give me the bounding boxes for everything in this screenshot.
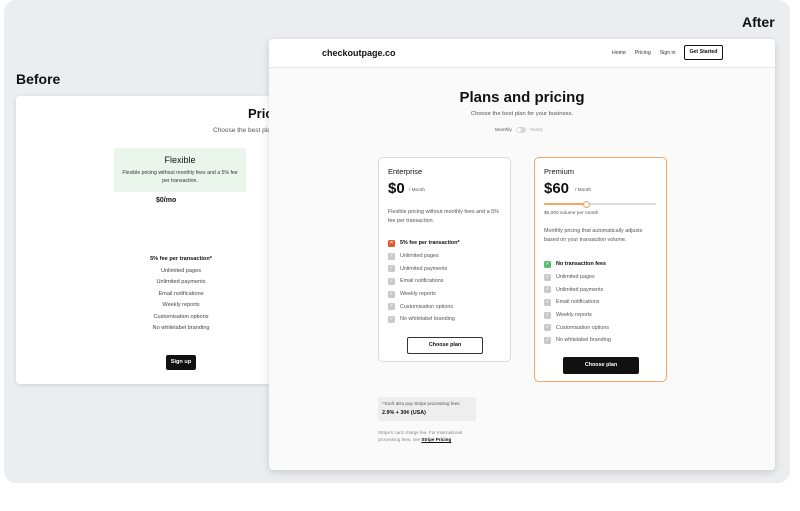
- plan-price-unit: / Month: [575, 188, 591, 193]
- check-icon: ✓: [388, 277, 395, 285]
- nav-link-pricing[interactable]: Pricing: [635, 50, 651, 56]
- feature-item: ✓ No whitelabel branding: [544, 334, 611, 347]
- volume-slider-thumb[interactable]: [583, 200, 591, 208]
- feature-label: Email notifications: [400, 278, 444, 285]
- before-feature-item: Customisation options: [153, 313, 209, 320]
- feature-label: No whitelabel branding: [400, 316, 455, 323]
- choose-premium-button[interactable]: Choose plan: [563, 357, 639, 374]
- before-label: Before: [16, 71, 61, 87]
- billing-yearly-label[interactable]: Yearly: [530, 128, 543, 133]
- plan-description: Flexible pricing without monthly fees an…: [388, 209, 499, 224]
- check-icon: ✓: [544, 324, 551, 332]
- feature-item: ✓ Customisation options: [388, 300, 460, 313]
- feature-label: Weekly reports: [556, 312, 592, 319]
- feature-item: ✓ Email notifications: [388, 275, 460, 288]
- volume-slider-fill: [544, 203, 587, 205]
- check-icon: ✓: [544, 311, 551, 319]
- signup-button[interactable]: Sign up: [166, 355, 196, 370]
- feature-item: ✓ Unlimited pages: [544, 271, 611, 284]
- check-icon: ✓: [544, 273, 551, 281]
- hand-cursor-icon: ☝: [617, 365, 623, 375]
- feature-item: ✓ Email notifications: [544, 296, 611, 309]
- feature-label: Unlimited payments: [400, 265, 448, 272]
- plan-card-enterprise: Enterprise $0 / Month Flexible pricing w…: [378, 157, 511, 362]
- after-label: After: [742, 14, 775, 30]
- page-title: Plans and pricing: [459, 89, 585, 106]
- check-icon: ✓: [544, 298, 551, 306]
- before-plan-description: Flexible pricing without monthly fees an…: [122, 170, 238, 184]
- plan-price-unit: / Month: [409, 188, 425, 193]
- feature-item: ✓ Unlimited pages: [388, 250, 460, 263]
- feature-label: Unlimited payments: [556, 286, 604, 293]
- billing-toggle[interactable]: [515, 127, 526, 133]
- before-feature-item: Weekly reports: [162, 302, 200, 308]
- feature-item: ✓ Weekly reports: [388, 288, 460, 301]
- feature-label: No whitelabel branding: [556, 337, 611, 344]
- cross-icon: ✕: [388, 239, 395, 247]
- volume-slider[interactable]: [544, 200, 656, 208]
- feature-label: Unlimited pages: [556, 274, 595, 281]
- plan-feature-list: ✕ 5% fee per transaction* ✓ Unlimited page…: [388, 237, 460, 326]
- before-feature-item: Email notifications: [158, 290, 204, 297]
- plan-feature-list: ✓ No transaction fees ✓ Unlimited pages ✓ U…: [544, 258, 611, 347]
- before-feature-item: No whitelabel branding: [152, 325, 210, 331]
- plan-description: Monthly pricing that automatically adjus…: [544, 228, 643, 243]
- feature-item: ✓ Weekly reports: [544, 309, 611, 322]
- nav-links: Home Pricing Sign in: [612, 50, 676, 56]
- stripe-fee-amount: 2.9% + 30¢ (USA): [382, 410, 426, 416]
- volume-caption: $5,000 volume per month: [544, 211, 599, 216]
- plan-name: Premium: [544, 167, 575, 176]
- nav-link-home[interactable]: Home: [612, 50, 626, 56]
- choose-enterprise-button[interactable]: Choose plan: [407, 337, 483, 354]
- before-plan-card: Flexible Flexible pricing without monthl…: [114, 148, 246, 192]
- top-navbar: checkoutpage.co Home Pricing Sign in Get…: [269, 39, 775, 68]
- feature-label: Customisation options: [556, 324, 610, 331]
- feature-item: ✕ 5% fee per transaction*: [388, 237, 460, 250]
- billing-monthly-label[interactable]: Monthly: [495, 128, 512, 133]
- plan-price: $60: [544, 180, 570, 197]
- page-subtitle: Choose the best plan for your business.: [470, 111, 574, 117]
- brand-logo[interactable]: checkoutpage.co: [322, 48, 396, 58]
- stripe-fee-note-text: *You'll also pay Stripe processing fees: [382, 401, 460, 406]
- get-started-button[interactable]: Get Started: [684, 45, 723, 60]
- feature-label: Customisation options: [400, 303, 454, 310]
- check-icon: ✓: [388, 315, 395, 323]
- feature-item: ✓ Unlimited payments: [544, 283, 611, 296]
- feature-label: 5% fee per transaction*: [400, 240, 460, 247]
- check-icon: ✓: [388, 303, 395, 311]
- check-icon: ✓: [388, 290, 395, 298]
- feature-item: ✓ No transaction fees: [544, 258, 611, 271]
- plan-card-premium: Premium $60 / Month $5,000 volume per mo…: [534, 157, 667, 382]
- plan-name: Enterprise: [388, 167, 423, 176]
- feature-item: ✓ Customisation options: [544, 321, 611, 334]
- plan-price: $0: [388, 180, 405, 197]
- feature-label: Unlimited pages: [400, 253, 439, 260]
- feature-item: ✓ No whitelabel branding: [388, 313, 460, 326]
- billing-toggle-row: Monthly Yearly: [495, 127, 543, 133]
- feature-label: Weekly reports: [400, 291, 436, 298]
- before-page-subtitle: Choose the best plan: [213, 127, 275, 134]
- feature-label: No transaction fees: [556, 261, 607, 268]
- after-screenshot: checkoutpage.co Home Pricing Sign in Get…: [269, 39, 775, 470]
- feature-label: Email notifications: [556, 299, 600, 306]
- before-plan-price: $0/mo: [156, 197, 177, 204]
- before-feature-item: 5% fee per transaction*: [150, 256, 212, 262]
- check-icon: ✓: [544, 286, 551, 294]
- toggle-knob: [516, 128, 521, 132]
- before-feature-item: Unlimited pages: [160, 267, 202, 274]
- stripe-fee-note: *You'll also pay Stripe processing fees …: [378, 397, 476, 421]
- check-icon: ✓: [544, 260, 551, 268]
- before-feature-list: 5% fee per transaction* Unlimited pages …: [116, 254, 246, 335]
- check-icon: ✓: [388, 265, 395, 273]
- check-icon: ✓: [388, 252, 395, 260]
- footnote: Stripe's card charge fee. For internatio…: [378, 429, 478, 443]
- nav-link-sign-in[interactable]: Sign in: [660, 50, 676, 56]
- before-plan-name: Flexible: [164, 155, 196, 165]
- feature-item: ✓ Unlimited payments: [388, 262, 460, 275]
- before-feature-item: Unlimited payments: [156, 279, 206, 285]
- stripe-pricing-link[interactable]: Stripe Pricing: [421, 437, 451, 442]
- check-icon: ✓: [544, 336, 551, 344]
